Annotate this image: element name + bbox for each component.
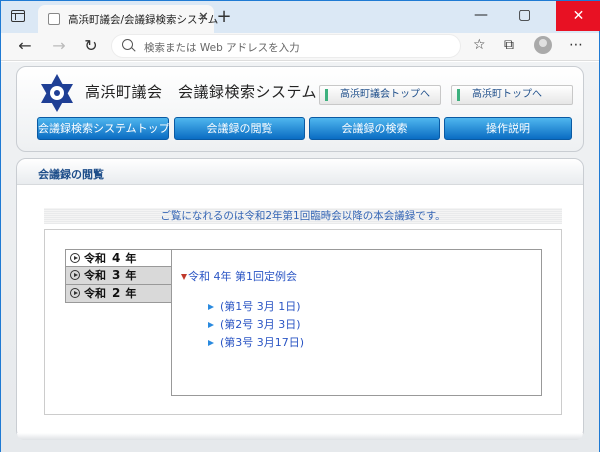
browser-toolbar: ← → ↻ 検索または Web アドレスを入力 ☆ ⧉ ⋯ bbox=[1, 33, 599, 61]
tab-close-icon[interactable]: ✕ bbox=[198, 10, 209, 25]
year-era: 令和 bbox=[84, 252, 106, 265]
play-circle-icon bbox=[70, 253, 80, 263]
section-header: 会議録の閲覧 bbox=[17, 159, 583, 185]
favicon-icon bbox=[48, 13, 60, 25]
address-placeholder: 検索または Web アドレスを入力 bbox=[144, 42, 300, 54]
tab-bar: 高浜町議会/会議録検索システム ✕ + — ▢ ✕ bbox=[1, 1, 600, 33]
issue-label: (第2号 3月 3日) bbox=[220, 318, 301, 331]
issue-link-3[interactable]: (第3号 3月17日) bbox=[208, 334, 304, 350]
new-tab-icon[interactable]: + bbox=[215, 6, 233, 27]
year-suffix: 年 bbox=[125, 269, 137, 282]
issue-label: (第3号 3月17日) bbox=[220, 336, 305, 349]
caret-right-icon bbox=[208, 340, 214, 346]
site-title: 高浜町議会 会議録検索システム bbox=[85, 83, 318, 101]
issue-link-1[interactable]: (第1号 3月 1日) bbox=[208, 298, 301, 314]
meeting-title: 令和 4年 第1回定例会 bbox=[188, 270, 297, 283]
year-suffix: 年 bbox=[125, 287, 137, 300]
address-bar[interactable]: 検索または Web アドレスを入力 bbox=[111, 34, 461, 58]
minimize-icon[interactable]: — bbox=[474, 7, 488, 23]
back-icon[interactable]: ← bbox=[15, 36, 35, 55]
notice-banner: ご覧になれるのは令和2年第1回臨時会以降の本会議録です。 bbox=[44, 208, 562, 224]
town-emblem-icon bbox=[41, 74, 73, 112]
browse-panel: 会議録の閲覧 ご覧になれるのは令和2年第1回臨時会以降の本会議録です。 令和 4 年… bbox=[16, 158, 584, 440]
year-suffix: 年 bbox=[125, 252, 137, 265]
forward-icon[interactable]: → bbox=[49, 36, 69, 55]
nav-search-minutes[interactable]: 会議録の検索 bbox=[309, 117, 440, 140]
more-icon[interactable]: ⋯ bbox=[569, 37, 583, 53]
year-number: 4 bbox=[112, 251, 121, 265]
year-item-r4[interactable]: 令和 4 年 bbox=[65, 249, 172, 267]
nav-browse-minutes[interactable]: 会議録の閲覧 bbox=[174, 117, 305, 140]
meeting-link[interactable]: 令和 4年 第1回定例会 bbox=[181, 268, 297, 284]
year-number: 2 bbox=[112, 286, 121, 300]
close-window-icon[interactable]: ✕ bbox=[556, 1, 600, 31]
refresh-icon[interactable]: ↻ bbox=[81, 36, 101, 55]
favorites-icon[interactable]: ☆ bbox=[473, 37, 486, 53]
tab-actions-icon[interactable] bbox=[11, 10, 25, 22]
year-item-r3[interactable]: 令和 3 年 bbox=[65, 267, 172, 285]
year-era: 令和 bbox=[84, 269, 106, 282]
meeting-detail: 令和 4年 第1回定例会 (第1号 3月 1日) (第2号 3月 3日) (第3… bbox=[171, 249, 542, 396]
play-circle-icon bbox=[70, 270, 80, 280]
year-item-r2[interactable]: 令和 2 年 bbox=[65, 285, 172, 303]
active-tab[interactable]: 高浜町議会/会議録検索システム ✕ bbox=[38, 5, 218, 33]
year-list: 令和 4 年 令和 3 年 令和 2 年 bbox=[65, 249, 172, 303]
year-number: 3 bbox=[112, 268, 121, 282]
browser-window: 高浜町議会/会議録検索システム ✕ + — ▢ ✕ ← → ↻ 検索または We… bbox=[0, 0, 600, 452]
tab-title: 高浜町議会/会議録検索システム bbox=[68, 14, 219, 26]
caret-right-icon bbox=[208, 322, 214, 328]
town-top-link[interactable]: 高浜町トップへ bbox=[451, 85, 573, 105]
page-content: 高浜町議会 会議録検索システム 高浜町議会トップへ 高浜町トップへ 会議録検索シ… bbox=[1, 62, 599, 452]
caret-down-icon bbox=[181, 274, 187, 280]
site-header: 高浜町議会 会議録検索システム 高浜町議会トップへ 高浜町トップへ 会議録検索シ… bbox=[16, 66, 584, 152]
panel-footer bbox=[17, 433, 583, 440]
collections-icon[interactable]: ⧉ bbox=[504, 37, 514, 53]
issue-link-2[interactable]: (第2号 3月 3日) bbox=[208, 316, 301, 332]
year-era: 令和 bbox=[84, 287, 106, 300]
profile-avatar-icon[interactable] bbox=[534, 36, 552, 54]
play-circle-icon bbox=[70, 288, 80, 298]
nav-help[interactable]: 操作説明 bbox=[444, 117, 572, 140]
council-top-link[interactable]: 高浜町議会トップへ bbox=[319, 85, 441, 105]
section-title: 会議録の閲覧 bbox=[38, 168, 104, 181]
caret-right-icon bbox=[208, 304, 214, 310]
maximize-icon[interactable]: ▢ bbox=[518, 7, 531, 23]
minutes-frame: 令和 4 年 令和 3 年 令和 2 年 令和 4年 第1回定例会 (第1号 3月 1日) bbox=[44, 229, 562, 415]
search-icon bbox=[122, 39, 133, 50]
issue-label: (第1号 3月 1日) bbox=[220, 300, 301, 313]
nav-search-system-top[interactable]: 会議録検索システムトップ bbox=[37, 117, 170, 140]
